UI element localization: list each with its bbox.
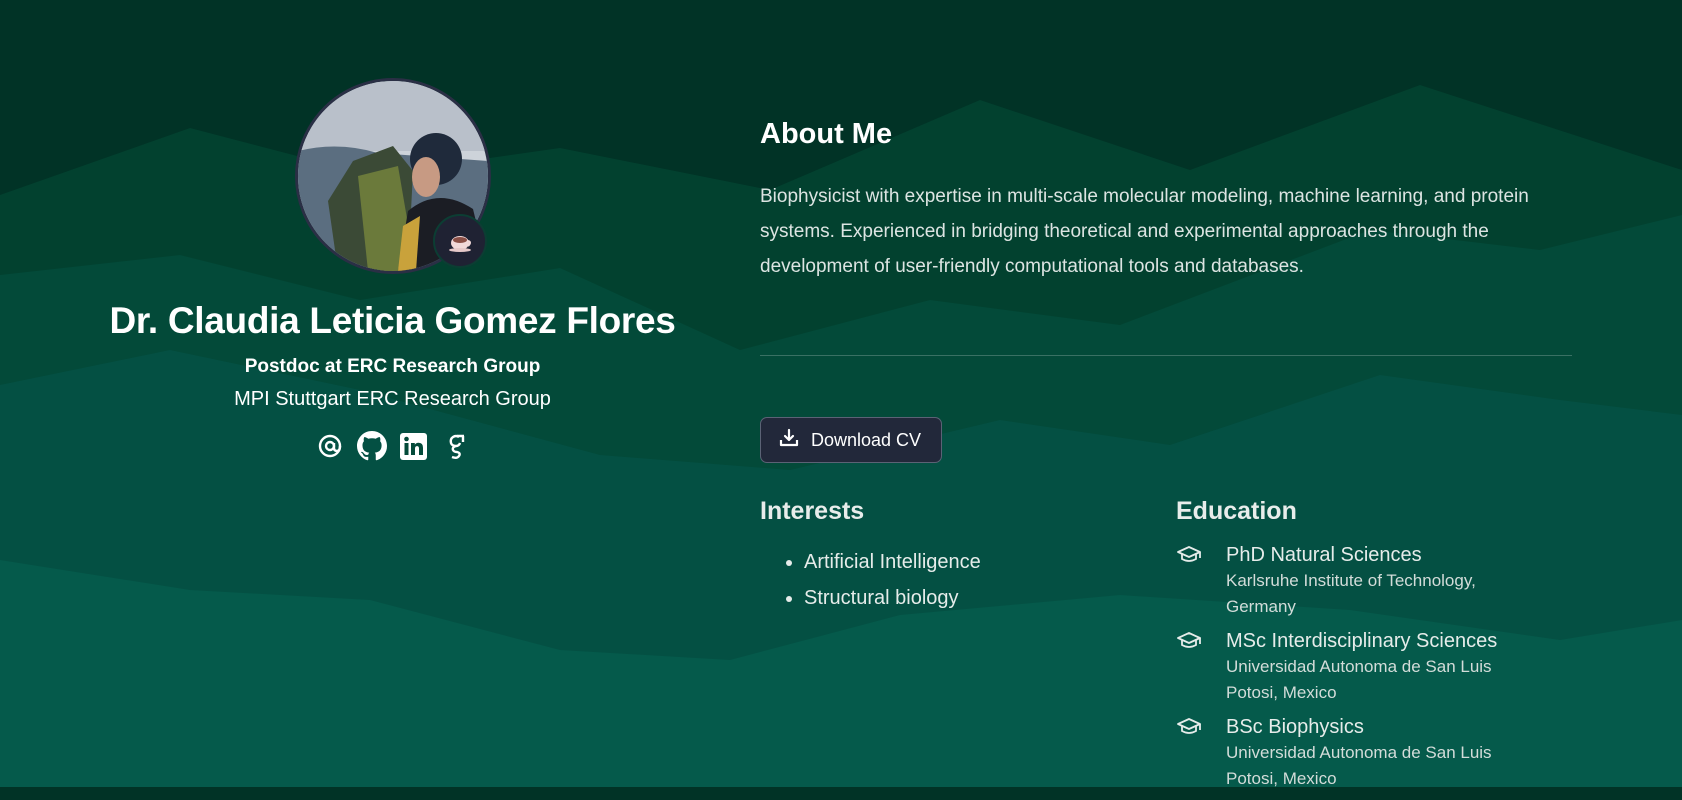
linkedin-icon[interactable] xyxy=(399,431,429,461)
email-icon[interactable] xyxy=(315,431,345,461)
graduation-cap-icon xyxy=(1176,542,1204,620)
download-icon xyxy=(779,428,799,453)
interests-title: Interests xyxy=(760,497,865,525)
interests-list: Artificial Intelligence Structural biolo… xyxy=(760,544,1140,616)
about-title: About Me xyxy=(760,118,893,150)
github-icon[interactable] xyxy=(356,431,387,461)
education-list: PhD Natural Sciences Karlsruhe Institute… xyxy=(1176,542,1596,792)
list-item: Artificial Intelligence xyxy=(804,544,1140,580)
download-cv-label: Download CV xyxy=(811,429,922,450)
list-item: BSc Biophysics Universidad Autonoma de S… xyxy=(1176,714,1596,792)
list-item: PhD Natural Sciences Karlsruhe Institute… xyxy=(1176,542,1596,620)
about-section: About Me Biophysicist with expertise in … xyxy=(760,118,1572,284)
education-institution: Universidad Autonoma de San Luis Potosi,… xyxy=(1226,657,1492,702)
social-links xyxy=(60,431,725,461)
profile-name: Dr. Claudia Leticia Gomez Flores xyxy=(109,300,676,341)
profile-role: Postdoc at ERC Research Group xyxy=(244,356,541,377)
education-degree: BSc Biophysics xyxy=(1226,716,1364,738)
education-title: Education xyxy=(1176,497,1297,525)
profile-card: Dr. Claudia Leticia Gomez Flores Postdoc… xyxy=(60,78,725,461)
education-section: Education PhD Natural Sciences Karlsruhe… xyxy=(1176,497,1596,800)
avatar-container xyxy=(294,78,491,274)
interests-section: Interests Artificial Intelligence Struct… xyxy=(760,497,1140,616)
education-institution: Universidad Autonoma de San Luis Potosi,… xyxy=(1226,743,1492,788)
google-scholar-icon[interactable] xyxy=(441,431,471,461)
section-divider xyxy=(760,355,1572,356)
education-institution: Karlsruhe Institute of Technology, Germa… xyxy=(1226,571,1476,616)
coffee-cup-icon xyxy=(432,214,487,268)
list-item: Structural biology xyxy=(804,580,1140,616)
list-item: MSc Interdisciplinary Sciences Universid… xyxy=(1176,628,1596,706)
profile-organization: MPI Stuttgart ERC Research Group xyxy=(234,388,551,410)
education-degree: PhD Natural Sciences xyxy=(1226,544,1422,566)
download-cv-button[interactable]: Download CV xyxy=(760,417,943,463)
graduation-cap-icon xyxy=(1176,628,1204,706)
education-degree: MSc Interdisciplinary Sciences xyxy=(1226,630,1498,652)
about-text: Biophysicist with expertise in multi-sca… xyxy=(760,186,1529,277)
graduation-cap-icon xyxy=(1176,714,1204,792)
